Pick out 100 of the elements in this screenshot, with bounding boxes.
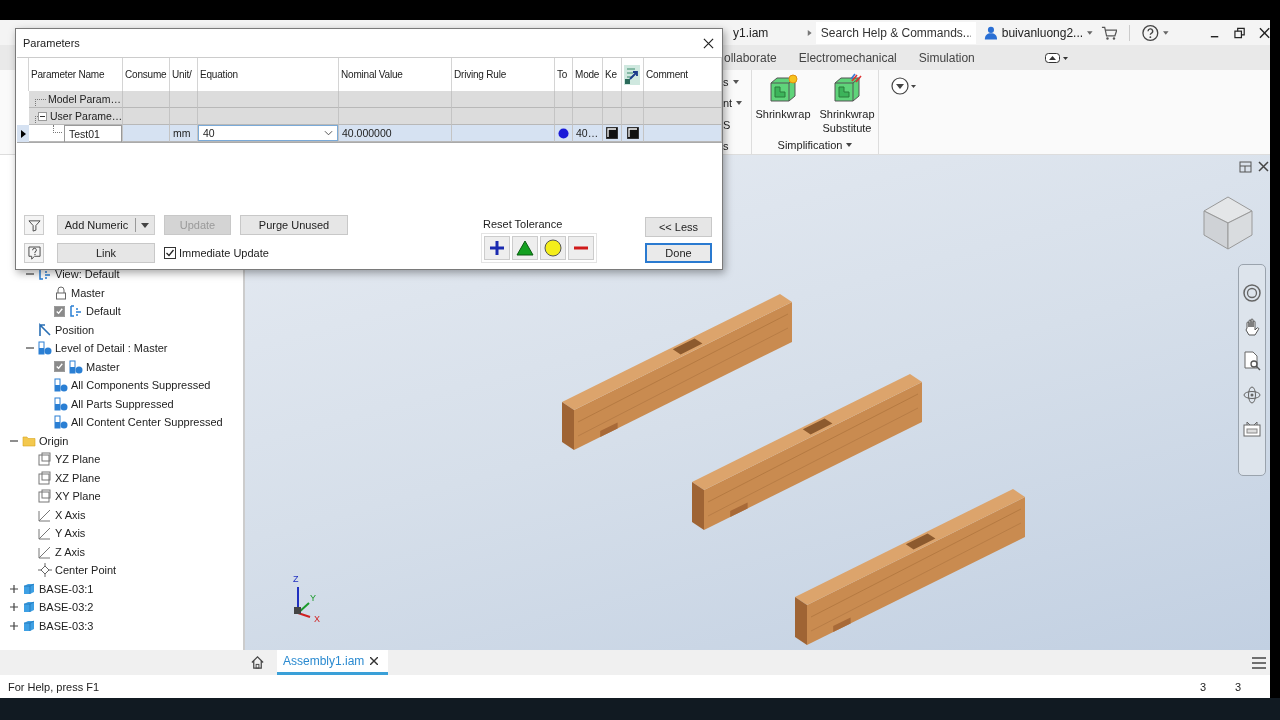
caret-icon[interactable] (1163, 30, 1169, 35)
column-header[interactable]: Consume (123, 58, 170, 91)
tree-item[interactable]: Level of Detail : Master (55, 342, 168, 355)
steering-wheel-icon[interactable] (1242, 283, 1262, 303)
equation-field[interactable]: 40 (198, 125, 338, 141)
tree-item[interactable]: View: Default (55, 268, 120, 281)
less-button[interactable]: << Less (645, 217, 712, 237)
tree-item[interactable]: All Components Suppressed (71, 379, 211, 392)
viewport-layout-icon[interactable] (1239, 161, 1252, 173)
key-checkbox[interactable] (606, 127, 618, 139)
table-cell (555, 91, 573, 108)
user-name[interactable]: buivanluong2... (1001, 25, 1084, 40)
search-field[interactable]: Search Help & Commands... (815, 21, 976, 44)
tree-item[interactable]: Position (55, 323, 95, 336)
lower-tolerance-button[interactable] (568, 236, 594, 260)
panel-toggle-icon[interactable] (1044, 52, 1069, 63)
filter-button[interactable] (24, 215, 44, 235)
ribbon-label[interactable]: S (723, 118, 731, 131)
tree-item[interactable]: Master (86, 360, 120, 373)
checkbox[interactable] (54, 361, 65, 373)
checkbox[interactable] (54, 305, 65, 317)
part-icon (22, 618, 36, 633)
ribbon-label[interactable]: s (723, 139, 729, 152)
caret-icon[interactable] (846, 143, 853, 147)
median-tolerance-button[interactable] (512, 236, 538, 260)
export-checkbox[interactable] (626, 127, 639, 139)
orbit-icon[interactable] (1242, 385, 1262, 405)
cart-icon[interactable] (1100, 24, 1131, 41)
ribbon-label[interactable]: nt (723, 97, 733, 110)
close-icon[interactable] (370, 657, 379, 665)
caret-icon[interactable] (141, 222, 149, 228)
table-cell (170, 91, 198, 108)
expand-toggle[interactable] (10, 584, 18, 593)
tree-item[interactable]: YZ Plane (55, 453, 101, 466)
restore-icon[interactable] (1233, 26, 1245, 39)
link-button[interactable]: Link (57, 243, 155, 263)
column-header[interactable]: Unit/ (170, 58, 198, 91)
tree-item[interactable]: XY Plane (55, 490, 101, 503)
tolerance-icon[interactable] (558, 127, 569, 139)
reset-tolerance-label: Reset Tolerance (482, 218, 564, 230)
look-at-icon[interactable] (1242, 419, 1262, 439)
upper-tolerance-button[interactable] (484, 236, 510, 260)
ribbon-button[interactable]: Shrinkwrap Substitute (817, 73, 877, 135)
column-header[interactable]: Mode (573, 58, 603, 91)
column-header[interactable]: To (555, 58, 573, 91)
home-icon[interactable] (250, 655, 265, 670)
column-header[interactable]: Ke (603, 58, 622, 91)
help-button[interactable] (24, 243, 44, 263)
help-icon[interactable] (1142, 23, 1160, 42)
collapse-toggle[interactable] (38, 111, 47, 121)
tree-item[interactable]: All Parts Suppressed (71, 397, 174, 410)
tree-item[interactable]: Z Axis (55, 545, 85, 558)
document-tab[interactable]: Assembly1.iam (277, 650, 389, 675)
column-header[interactable]: Comment (644, 58, 722, 91)
panel-label[interactable]: Simplification (777, 139, 843, 151)
tree-item[interactable]: All Content Center Suppressed (71, 416, 223, 429)
tree-item[interactable]: Master (71, 286, 105, 299)
column-header[interactable]: Parameter Name (29, 58, 123, 91)
tree-item[interactable]: X Axis (55, 508, 86, 521)
export-icon[interactable] (624, 64, 640, 85)
view-icon (69, 304, 83, 319)
tree-item[interactable]: Default (86, 305, 121, 318)
ribbon-tab[interactable]: ollaborate (722, 47, 779, 68)
column-header[interactable]: Equation (198, 58, 339, 91)
status-count: 3 (1235, 680, 1243, 693)
table-cell (573, 91, 603, 108)
nominal-tolerance-button[interactable] (540, 236, 566, 260)
tree-item[interactable]: BASE-03:3 (39, 619, 94, 632)
close-icon[interactable] (703, 37, 714, 49)
purge-unused-button[interactable]: Purge Unused (240, 215, 348, 235)
ribbon-button[interactable]: Shrinkwrap (753, 73, 813, 135)
tree-item[interactable]: Y Axis (55, 527, 86, 540)
close-icon[interactable] (1258, 26, 1270, 39)
zoom-icon[interactable] (1242, 351, 1262, 371)
column-header[interactable]: Driving Rule (452, 58, 555, 91)
ribbon-tab[interactable]: Simulation (916, 47, 977, 68)
wooden-beam[interactable] (562, 294, 792, 450)
done-button[interactable]: Done (645, 243, 712, 263)
dropdown-icon[interactable] (891, 77, 917, 95)
tree-item[interactable]: Center Point (55, 564, 117, 577)
tree-item[interactable]: BASE-03:1 (39, 582, 94, 595)
ribbon-tab[interactable]: Electromechanical (796, 47, 899, 68)
ribbon-label[interactable]: s (723, 76, 729, 89)
add-numeric-button[interactable]: Add Numeric (57, 215, 155, 235)
expand-toggle[interactable] (10, 603, 18, 612)
caret-icon[interactable] (732, 80, 739, 85)
expand-arrow-icon[interactable] (807, 28, 812, 37)
expand-toggle[interactable] (10, 621, 18, 630)
menu-icon[interactable] (1252, 656, 1266, 669)
wooden-beam[interactable] (692, 374, 922, 530)
caret-icon[interactable] (736, 101, 743, 106)
tree-item[interactable]: BASE-03:2 (39, 601, 94, 614)
checkbox[interactable] (164, 247, 176, 259)
parameter-name-cell[interactable]: Test01 (64, 124, 122, 142)
caret-icon[interactable] (1087, 30, 1093, 35)
tree-item[interactable]: XZ Plane (55, 471, 101, 484)
tree-item[interactable]: Origin (39, 434, 69, 447)
close-icon[interactable] (1258, 161, 1269, 172)
column-header[interactable]: Nominal Value (339, 58, 452, 91)
wooden-beam[interactable] (795, 489, 1025, 645)
